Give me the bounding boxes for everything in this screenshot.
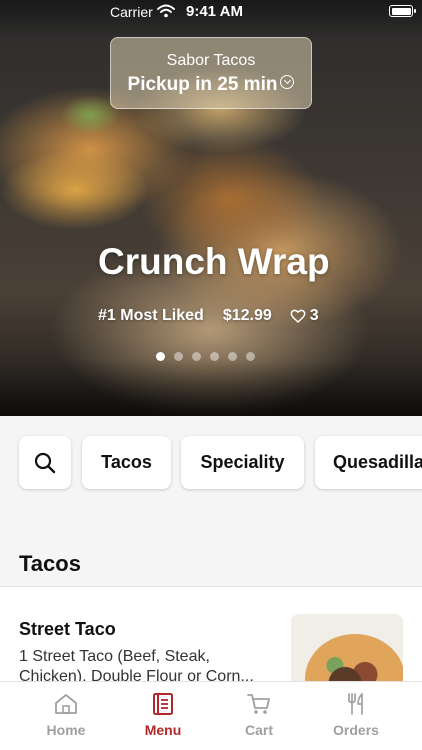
featured-item-meta: #1 Most Liked $12.99 3	[98, 305, 319, 327]
cart-icon	[247, 694, 270, 714]
menu-item-card[interactable]: Street Taco 1 Street Taco (Beef, Steak, …	[0, 587, 422, 687]
category-chip-tacos[interactable]: Tacos	[82, 436, 171, 489]
battery-icon	[389, 5, 416, 17]
category-chip-quesadillas[interactable]: Quesadillas	[315, 436, 422, 489]
section-title: Tacos	[19, 551, 81, 576]
tab-orders[interactable]: Orders	[306, 692, 406, 738]
carrier-label: Carrier	[110, 4, 153, 20]
fork-knife-icon	[348, 693, 363, 715]
carousel-dot[interactable]	[246, 352, 255, 361]
tab-menu[interactable]: Menu	[113, 692, 213, 738]
menu-item-image	[291, 614, 403, 687]
store-name: Sabor Tacos	[166, 52, 256, 69]
pickup-time-label: Pickup in 25 min	[127, 74, 278, 95]
home-icon	[55, 694, 77, 714]
hero-bottom-shade	[0, 360, 422, 416]
tab-cart-label: Cart	[244, 722, 273, 738]
carousel-pagination[interactable]	[156, 352, 264, 361]
featured-badge: #1 Most Liked	[98, 307, 204, 324]
like-count: 3	[309, 307, 319, 324]
status-time: 9:41 AM	[186, 3, 243, 20]
tab-home-label: Home	[46, 722, 86, 738]
tab-menu-label: Menu	[144, 722, 182, 738]
pickup-time: Pickup in 25 min	[111, 74, 311, 96]
category-chip-speciality[interactable]: Speciality	[181, 436, 304, 489]
chevron-down-circle-icon	[280, 75, 295, 89]
menu-screen: Carrier 9:41 AM Sabor Tacos Pickup in 25…	[0, 0, 422, 750]
menu-icon	[153, 693, 173, 715]
search-icon	[34, 452, 56, 473]
carousel-dot[interactable]	[228, 352, 237, 361]
tab-cart[interactable]: Cart	[209, 692, 309, 738]
search-button[interactable]	[19, 436, 71, 489]
taco-plate-image	[305, 634, 403, 687]
carousel-dot[interactable]	[192, 352, 201, 361]
tab-bar: Home Menu Cart Orders	[0, 681, 422, 750]
hero-banner[interactable]: Carrier 9:41 AM Sabor Tacos Pickup in 25…	[0, 0, 422, 416]
hero-food-image	[0, 150, 150, 230]
wifi-icon	[157, 4, 175, 18]
tab-orders-label: Orders	[333, 722, 379, 738]
featured-price: $12.99	[222, 307, 272, 324]
heart-icon[interactable]	[290, 308, 306, 324]
featured-item-title: Crunch Wrap	[98, 241, 330, 282]
carousel-dot[interactable]	[156, 352, 165, 361]
carousel-dot[interactable]	[210, 352, 219, 361]
tab-home[interactable]: Home	[16, 692, 116, 738]
status-bar: Carrier 9:41 AM	[0, 0, 422, 24]
pickup-selector[interactable]: Sabor Tacos Pickup in 25 min	[110, 37, 312, 109]
category-bar: Tacos Speciality Quesadillas	[0, 416, 422, 510]
carousel-dot[interactable]	[174, 352, 183, 361]
menu-item-name: Street Taco	[19, 619, 116, 639]
